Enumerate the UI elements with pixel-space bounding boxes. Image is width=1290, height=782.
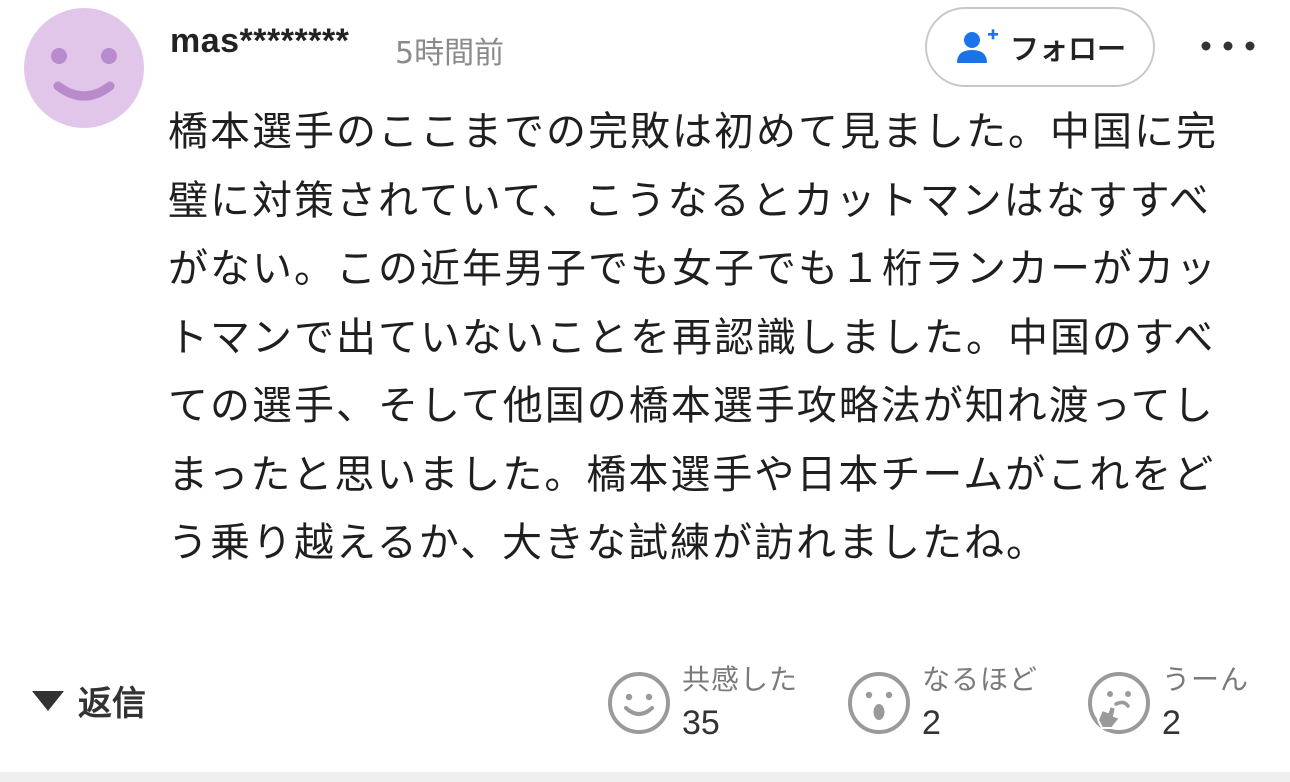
reaction-label: うーん	[1162, 663, 1250, 696]
more-options-button[interactable]	[1196, 26, 1260, 66]
more-dots-icon	[1201, 41, 1255, 51]
reaction-empathize-button[interactable]: 共感した 35	[606, 656, 826, 752]
reaction-label: 共感した	[682, 663, 799, 696]
smile-face-icon	[606, 670, 672, 736]
reaction-count: 2	[1162, 704, 1181, 742]
smiley-avatar-icon	[51, 48, 117, 101]
thinking-face-icon	[1086, 670, 1152, 736]
reply-label: 返信	[78, 684, 146, 724]
reply-toggle-button[interactable]: 返信	[30, 676, 146, 725]
avatar[interactable]	[24, 8, 144, 128]
comment-card: mas******** 5時間前 フォロー 橋本選手のここまでの完敗は初めて見ま…	[0, 0, 1290, 782]
triangle-down-icon	[30, 689, 66, 713]
add-user-icon	[954, 27, 1000, 67]
reaction-i-see-button[interactable]: なるほど 2	[846, 656, 1066, 752]
username[interactable]: mas********	[170, 22, 349, 61]
comment-body: 橋本選手のここまでの完敗は初めて見ました。中国に完璧に対策されていて、こうなると…	[168, 109, 1218, 566]
timestamp: 5時間前	[395, 36, 505, 71]
divider	[0, 772, 1290, 782]
reaction-count: 2	[922, 704, 941, 742]
follow-label: フォロー	[1009, 32, 1126, 66]
reaction-label: なるほど	[922, 663, 1039, 696]
follow-button[interactable]: フォロー	[925, 7, 1155, 87]
surprised-face-icon	[846, 670, 912, 736]
reaction-count: 35	[682, 704, 720, 742]
reaction-hmm-button[interactable]: うーん 2	[1086, 656, 1276, 752]
